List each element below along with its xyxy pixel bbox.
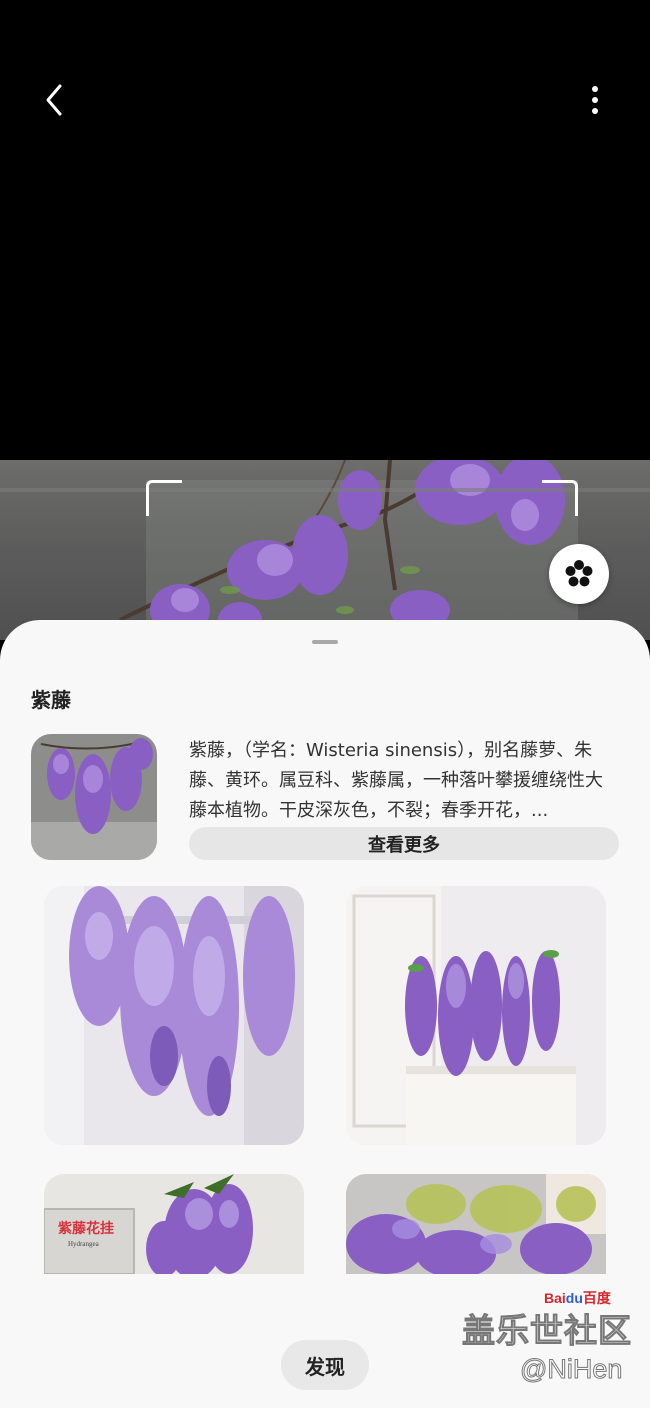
sheet-drag-handle[interactable] xyxy=(312,640,338,644)
result-thumbnail[interactable] xyxy=(31,734,157,860)
discover-button[interactable]: 发现 xyxy=(281,1340,369,1390)
gallery-image-3[interactable]: 紫藤花挂 Hydrangea xyxy=(44,1174,304,1274)
more-options-button[interactable] xyxy=(576,78,616,122)
flower-icon xyxy=(565,560,593,587)
image-sign-text: 紫藤花挂 xyxy=(58,1221,114,1237)
user-watermark: @NiHen xyxy=(519,1354,623,1385)
gallery-image-1[interactable] xyxy=(44,886,304,1145)
chevron-left-icon xyxy=(46,84,62,116)
crop-corner-top-left[interactable] xyxy=(146,480,182,516)
site-watermark: 盖乐世社区 xyxy=(462,1311,632,1351)
back-button[interactable] xyxy=(36,78,76,122)
crop-corner-top-right[interactable] xyxy=(542,480,578,516)
image-sign-subtext: Hydrangea xyxy=(68,1240,99,1248)
more-vertical-icon xyxy=(592,86,598,114)
view-more-button[interactable]: 查看更多 xyxy=(189,827,619,860)
preview-top-area xyxy=(0,0,650,460)
plant-identify-button[interactable] xyxy=(549,544,609,604)
result-description: 紫藤，（学名：Wisteria sinensis），别名藤萝、朱藤、黄环。属豆科… xyxy=(189,740,603,821)
gallery-image-2[interactable] xyxy=(346,886,606,1145)
result-title: 紫藤 xyxy=(31,688,71,712)
crop-frame[interactable] xyxy=(146,480,578,630)
gallery-image-4[interactable] xyxy=(346,1174,606,1274)
